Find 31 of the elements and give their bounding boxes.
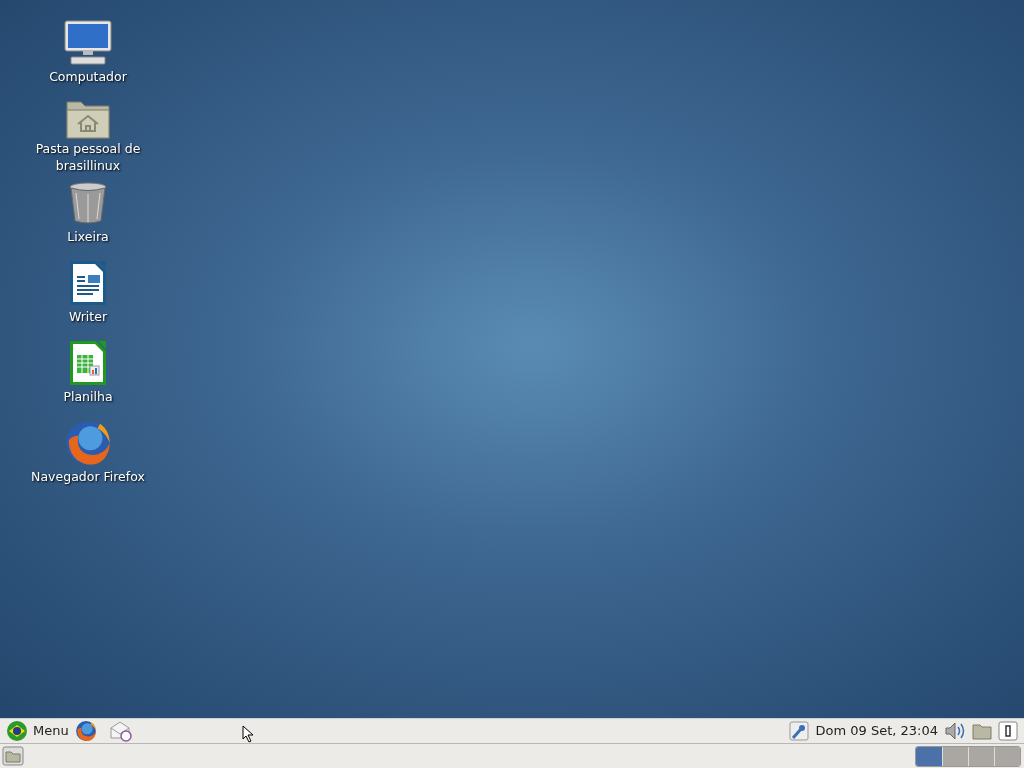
shortcut-label: Navegador Firefox (31, 468, 145, 485)
text-document-icon (68, 259, 108, 307)
desktop-shortcut[interactable]: Computador (28, 18, 148, 90)
spreadsheet-icon (68, 339, 108, 387)
globe-fox-icon[interactable] (64, 419, 112, 467)
desktop-shortcut[interactable]: Navegador Firefox (28, 418, 148, 490)
shortcut-label: Computador (49, 68, 127, 85)
folder-icon[interactable] (972, 722, 992, 740)
speaker-icon[interactable] (944, 721, 966, 741)
workspace-tab[interactable] (968, 746, 994, 766)
globe-fox-icon[interactable] (74, 720, 97, 742)
mouse-pointer-icon (242, 725, 256, 743)
desktop-shortcut[interactable]: Writer (28, 258, 148, 330)
wrench-icon[interactable] (789, 721, 810, 741)
menu-button[interactable]: Menu (6, 720, 69, 742)
shortcut-label: Planilha (63, 388, 113, 405)
mail-clock-icon[interactable] (108, 720, 133, 742)
shortcut-label: Writer (68, 308, 108, 325)
window-icon[interactable] (998, 721, 1018, 741)
computer-icon (63, 19, 113, 67)
desktop-shortcut[interactable]: Lixeira (28, 178, 148, 250)
shortcut-label: Lixeira (67, 228, 109, 245)
trash-can-icon (68, 181, 108, 225)
clock[interactable]: Dom 09 Set, 23:04 (815, 721, 938, 741)
home-folder-icon (65, 98, 111, 140)
workspace-tab[interactable] (994, 746, 1020, 766)
flag-globe-icon (6, 720, 28, 742)
workspace-tab[interactable] (916, 746, 942, 766)
folder-icon[interactable] (2, 746, 24, 766)
desktop-shortcut[interactable]: Planilha (28, 338, 148, 410)
workspace-tab[interactable] (942, 746, 968, 766)
